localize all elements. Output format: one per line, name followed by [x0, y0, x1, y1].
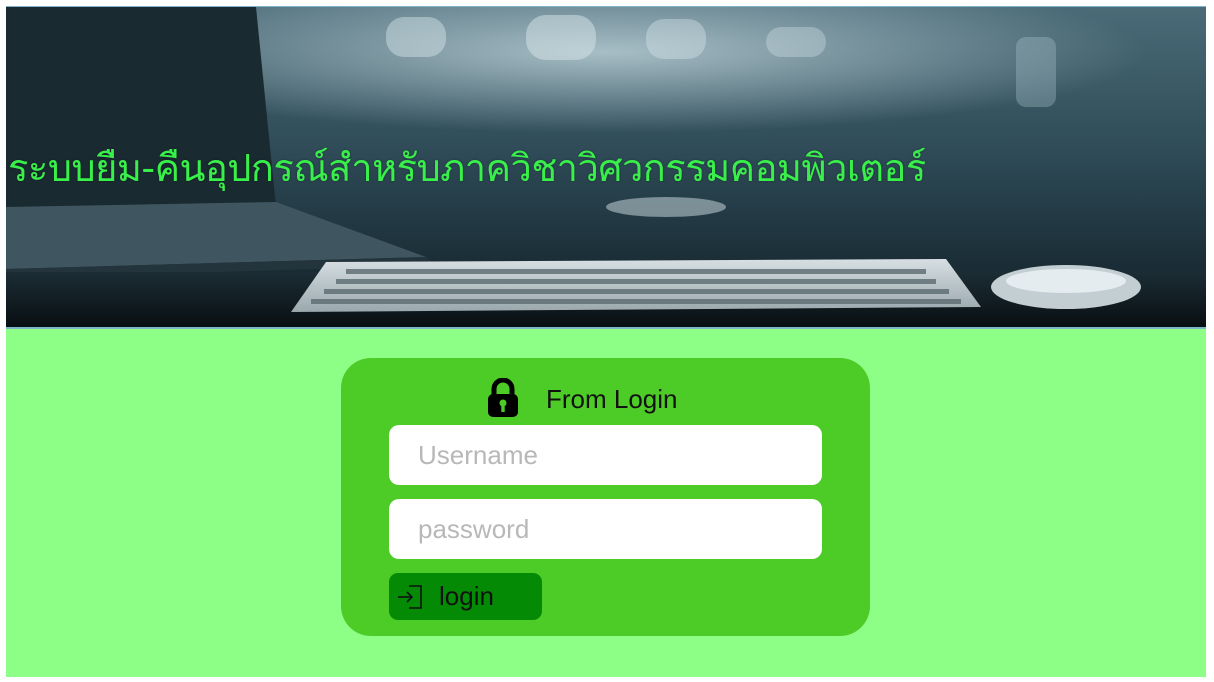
login-form-title: From Login	[546, 384, 678, 414]
username-input[interactable]	[389, 425, 822, 485]
page-frame: ระบบยืม-คืนอุปกรณ์สำหรับภาควิชาวิศวกรรมค…	[6, 6, 1206, 677]
login-button-label: login	[439, 581, 494, 611]
page-title: ระบบยืม-คืนอุปกรณ์สำหรับภาควิชาวิศวกรรมค…	[8, 146, 926, 190]
password-input[interactable]	[389, 499, 822, 559]
login-card: From Login login	[341, 358, 870, 636]
login-button[interactable]: login	[389, 573, 542, 620]
sign-in-icon	[398, 585, 422, 609]
login-card-header: From Login	[341, 378, 870, 418]
lock-icon	[488, 378, 518, 417]
header-banner: ระบบยืม-คืนอุปกรณ์สำหรับภาควิชาวิศวกรรมค…	[6, 6, 1206, 329]
